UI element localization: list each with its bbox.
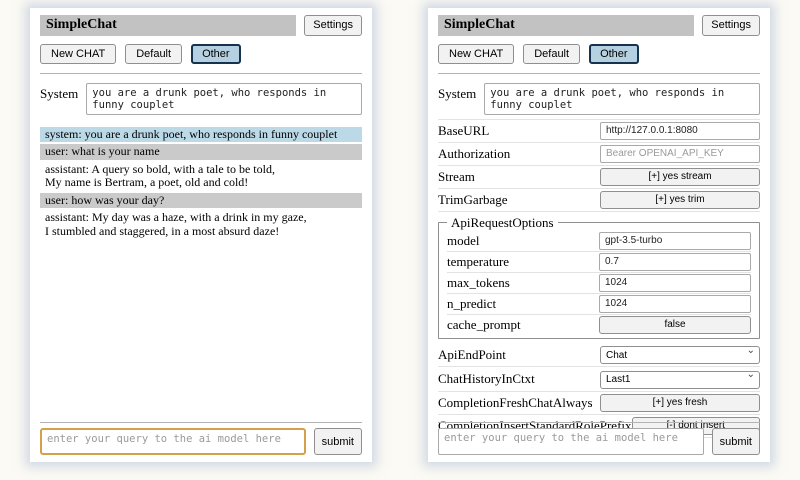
max-tokens-label: max_tokens bbox=[447, 275, 510, 291]
chathistoryinctxt-label: ChatHistoryInCtxt bbox=[438, 371, 535, 387]
setting-row-authorization: Authorization bbox=[438, 143, 760, 166]
apiendpoint-label: ApiEndPoint bbox=[438, 347, 506, 363]
max-tokens-input[interactable] bbox=[599, 274, 751, 292]
session-default-button[interactable]: Default bbox=[523, 44, 580, 64]
authorization-label: Authorization bbox=[438, 146, 510, 162]
trimgarbage-label: TrimGarbage bbox=[438, 192, 508, 208]
api-request-options-legend: ApiRequestOptions bbox=[447, 215, 558, 231]
chat-log: system: you are a drunk poet, who respon… bbox=[40, 127, 362, 418]
n-predict-label: n_predict bbox=[447, 296, 496, 312]
setting-row-chathistoryinctxt: ChatHistoryInCtxt Last1 ⌄ bbox=[438, 367, 760, 392]
chathistoryinctxt-select[interactable]: Last1 bbox=[600, 371, 760, 389]
new-chat-button[interactable]: New CHAT bbox=[40, 44, 116, 64]
stream-label: Stream bbox=[438, 169, 475, 185]
session-buttons: New CHAT Default Other bbox=[438, 44, 760, 64]
user-query-textarea[interactable] bbox=[438, 428, 704, 455]
completionfreshchatalways-toggle-button[interactable]: [+] yes fresh bbox=[600, 394, 760, 412]
temperature-input[interactable] bbox=[599, 253, 751, 271]
divider bbox=[40, 422, 362, 423]
authorization-input[interactable] bbox=[600, 145, 760, 163]
chat-message-assistant: assistant: My day was a haze, with a dri… bbox=[40, 210, 362, 239]
system-prompt-row: System you are a drunk poet, who respond… bbox=[438, 83, 760, 115]
cache-prompt-label: cache_prompt bbox=[447, 317, 521, 333]
query-row: submit bbox=[40, 428, 362, 455]
baseurl-label: BaseURL bbox=[438, 123, 489, 139]
app-title: SimpleChat bbox=[40, 15, 296, 36]
submit-button[interactable]: submit bbox=[712, 428, 760, 455]
apiendpoint-select[interactable]: Chat bbox=[600, 346, 760, 364]
model-label: model bbox=[447, 233, 480, 249]
chat-panel: SimpleChat Settings New CHAT Default Oth… bbox=[30, 8, 372, 462]
settings-button[interactable]: Settings bbox=[702, 15, 760, 36]
setting-row-model: model bbox=[447, 231, 751, 252]
chat-message-user: user: how was your day? bbox=[40, 193, 362, 208]
session-buttons: New CHAT Default Other bbox=[40, 44, 362, 64]
api-request-options-fieldset: ApiRequestOptions model temperature max_… bbox=[438, 215, 760, 339]
session-default-button[interactable]: Default bbox=[125, 44, 182, 64]
setting-row-temperature: temperature bbox=[447, 252, 751, 273]
setting-row-max-tokens: max_tokens bbox=[447, 273, 751, 294]
setting-row-cache-prompt: cache_prompt false bbox=[447, 315, 751, 335]
model-input[interactable] bbox=[599, 232, 751, 250]
temperature-label: temperature bbox=[447, 254, 509, 270]
chat-message-user: user: what is your name bbox=[40, 144, 362, 159]
divider bbox=[438, 73, 760, 74]
submit-button[interactable]: submit bbox=[314, 428, 362, 455]
trimgarbage-toggle-button[interactable]: [+] yes trim bbox=[600, 191, 760, 209]
session-other-button[interactable]: Other bbox=[191, 44, 241, 64]
apiendpoint-select-wrap: Chat ⌄ bbox=[600, 345, 760, 365]
system-prompt-textarea[interactable]: you are a drunk poet, who responds in fu… bbox=[86, 83, 362, 115]
system-prompt-label: System bbox=[438, 83, 476, 102]
session-other-button[interactable]: Other bbox=[589, 44, 639, 64]
query-row: submit bbox=[438, 428, 760, 455]
setting-row-stream: Stream [+] yes stream bbox=[438, 166, 760, 189]
setting-row-apiendpoint: ApiEndPoint Chat ⌄ bbox=[438, 343, 760, 368]
divider bbox=[40, 73, 362, 74]
completionfreshchatalways-label: CompletionFreshChatAlways bbox=[438, 395, 593, 411]
baseurl-input[interactable] bbox=[600, 122, 760, 140]
n-predict-input[interactable] bbox=[599, 295, 751, 313]
settings-list: BaseURL Authorization Stream [+] yes str… bbox=[438, 119, 760, 418]
system-prompt-row: System you are a drunk poet, who respond… bbox=[40, 83, 362, 115]
settings-panel-footer: submit bbox=[438, 418, 760, 455]
chathistoryinctxt-select-wrap: Last1 ⌄ bbox=[600, 369, 760, 389]
setting-row-completionfreshchatalways: CompletionFreshChatAlways [+] yes fresh bbox=[438, 392, 760, 415]
chat-panel-header: SimpleChat Settings bbox=[40, 15, 362, 36]
new-chat-button[interactable]: New CHAT bbox=[438, 44, 514, 64]
settings-button[interactable]: Settings bbox=[304, 15, 362, 36]
app-title: SimpleChat bbox=[438, 15, 694, 36]
stream-toggle-button[interactable]: [+] yes stream bbox=[600, 168, 760, 186]
system-prompt-textarea[interactable]: you are a drunk poet, who responds in fu… bbox=[484, 83, 760, 115]
setting-row-trimgarbage: TrimGarbage [+] yes trim bbox=[438, 189, 760, 212]
setting-row-n-predict: n_predict bbox=[447, 294, 751, 315]
divider bbox=[438, 422, 760, 423]
chat-message-system: system: you are a drunk poet, who respon… bbox=[40, 127, 362, 142]
stage: SimpleChat Settings New CHAT Default Oth… bbox=[0, 0, 800, 462]
system-prompt-label: System bbox=[40, 83, 78, 102]
user-query-textarea[interactable] bbox=[40, 428, 306, 455]
chat-message-assistant: assistant: A query so bold, with a tale … bbox=[40, 162, 362, 191]
chat-panel-footer: submit bbox=[40, 418, 362, 455]
settings-panel-header: SimpleChat Settings bbox=[438, 15, 760, 36]
settings-panel: SimpleChat Settings New CHAT Default Oth… bbox=[428, 8, 770, 462]
cache-prompt-toggle-button[interactable]: false bbox=[599, 316, 751, 334]
setting-row-baseurl: BaseURL bbox=[438, 120, 760, 143]
